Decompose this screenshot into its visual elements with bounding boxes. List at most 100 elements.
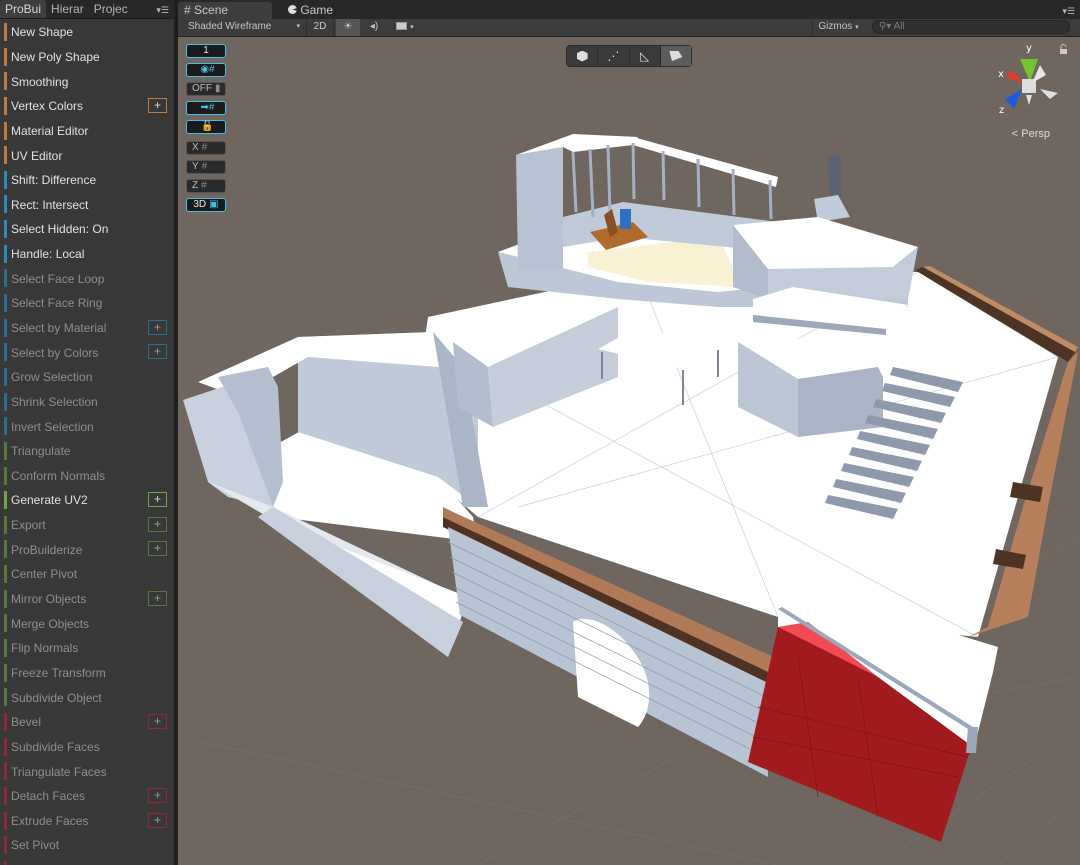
left-panel-tabs: ProBui Hierar Projec ▾☰ [0, 0, 174, 19]
grid-icon: # [201, 142, 208, 153]
overlay-toggle-1[interactable]: 1 [186, 44, 226, 58]
tool-material-editor[interactable]: Material Editor [0, 119, 174, 144]
gizmos-dropdown[interactable]: Gizmos ▾ [812, 19, 864, 36]
overlay-toggle-unlock[interactable]: 🔓 [186, 120, 226, 134]
tool-freeze-transform[interactable]: Freeze Transform [0, 661, 174, 686]
tool-select-face-loop[interactable]: Select Face Loop [0, 266, 174, 291]
tool-options-button[interactable]: + [148, 713, 167, 729]
tool-grow-selection[interactable]: Grow Selection [0, 365, 174, 390]
category-color-bar [4, 343, 7, 362]
overlay-toggle-x[interactable]: X # [186, 141, 226, 155]
tool-merge-objects[interactable]: Merge Objects [0, 611, 174, 636]
tool-options-button[interactable]: + [148, 344, 167, 360]
tool-options-button[interactable]: + [148, 319, 167, 335]
tool-select-by-material[interactable]: Select by Material + [0, 316, 174, 341]
tool-select-face-ring[interactable]: Select Face Ring [0, 291, 174, 316]
tool-delete-faces[interactable]: Delete Faces [0, 858, 174, 865]
overlay-toggle-3d[interactable]: 3D ▣ [186, 198, 226, 212]
tool-label: Handle: Local [11, 247, 85, 262]
tool-generate-uv2[interactable]: Generate UV2 + [0, 488, 174, 513]
tool-shrink-selection[interactable]: Shrink Selection [0, 390, 174, 415]
overlay-toggle-off[interactable]: OFF ▮ [186, 82, 226, 96]
category-color-bar [4, 72, 7, 91]
axis-neg-y-cone[interactable] [1026, 95, 1032, 105]
tool-options-button[interactable]: + [148, 590, 167, 606]
face-mode-button[interactable] [660, 46, 691, 66]
overlay-toggle-y[interactable]: Y # [186, 160, 226, 174]
tool-triangulate[interactable]: Triangulate [0, 439, 174, 464]
category-color-bar [4, 417, 7, 436]
2d-toggle-button[interactable]: 2D [306, 19, 334, 36]
overlay-toggle-label: X [192, 142, 199, 153]
tool-handle-local[interactable]: Handle: Local [0, 242, 174, 267]
tool-uv-editor[interactable]: UV Editor [0, 143, 174, 168]
tool-probuilderize[interactable]: ProBuilderize + [0, 537, 174, 562]
tool-options-button[interactable]: + [148, 97, 167, 113]
orientation-gizmo[interactable]: y x z < Persp [980, 37, 1080, 147]
tool-detach-faces[interactable]: Detach Faces + [0, 784, 174, 809]
tool-rect-intersect[interactable]: Rect: Intersect [0, 192, 174, 217]
tool-conform-normals[interactable]: Conform Normals [0, 464, 174, 489]
lighting-toggle-button[interactable]: ☀ [336, 19, 360, 36]
tab-probuilder[interactable]: ProBui [0, 0, 47, 18]
overlay-toggle-label: 1 [203, 45, 209, 56]
axis-neg-z-cone[interactable] [1040, 89, 1058, 99]
category-color-bar [4, 515, 7, 534]
upper-tower-top [516, 134, 638, 155]
category-color-bar [4, 318, 7, 337]
tool-options-button[interactable]: + [148, 541, 167, 557]
category-color-bar [4, 762, 7, 781]
overlay-toggle-eye-grid[interactable]: ◉# [186, 63, 226, 77]
edge-mode-button[interactable]: ◺ [630, 46, 661, 66]
draw-mode-value: Shaded Wireframe [188, 21, 272, 32]
audio-toggle-button[interactable]: ◂) [362, 19, 386, 36]
category-color-bar [4, 860, 7, 865]
tool-invert-selection[interactable]: Invert Selection [0, 414, 174, 439]
projection-toggle[interactable]: < Persp [1012, 128, 1050, 140]
tool-mirror-objects[interactable]: Mirror Objects + [0, 587, 174, 612]
axis-z-cone[interactable] [1005, 89, 1022, 109]
tool-options-button[interactable]: + [148, 812, 167, 828]
tab-game[interactable]: Game [282, 2, 333, 19]
tool-set-pivot[interactable]: Set Pivot [0, 833, 174, 858]
draw-mode-dropdown[interactable]: Shaded Wireframe ▾ [188, 19, 300, 36]
scene-search-input[interactable]: ⚲▾ All [872, 20, 1070, 34]
tool-select-hidden-on[interactable]: Select Hidden: On [0, 217, 174, 242]
tool-select-by-colors[interactable]: Select by Colors + [0, 340, 174, 365]
tool-export[interactable]: Export + [0, 513, 174, 538]
tool-new-shape[interactable]: New Shape [0, 20, 174, 45]
tool-vertex-colors[interactable]: Vertex Colors + [0, 94, 174, 119]
tool-label: Detach Faces [11, 789, 86, 804]
tool-flip-normals[interactable]: Flip Normals [0, 636, 174, 661]
tool-options-button[interactable]: + [148, 492, 167, 508]
effects-dropdown[interactable]: ▾ [390, 19, 420, 36]
tool-extrude-faces[interactable]: Extrude Faces + [0, 809, 174, 834]
vertex-mode-button[interactable]: ⋰ [598, 46, 630, 66]
tool-label: Select Face Loop [11, 271, 105, 286]
overlay-toggle-z[interactable]: Z # [186, 179, 226, 193]
tool-subdivide-faces[interactable]: Subdivide Faces [0, 735, 174, 760]
scene-viewport[interactable]: 1◉#OFF▮➡#🔓X#Y#Z#3D▣ ⋰ ◺ y x [178, 37, 1080, 865]
tool-label: Select by Colors [11, 345, 99, 360]
object-mode-button[interactable] [567, 46, 599, 66]
pacman-icon [288, 5, 297, 14]
tool-center-pivot[interactable]: Center Pivot [0, 562, 174, 587]
tool-new-poly-shape[interactable]: New Poly Shape [0, 45, 174, 70]
tool-smoothing[interactable]: Smoothing [0, 69, 174, 94]
category-color-bar [4, 786, 7, 805]
tool-triangulate-faces[interactable]: Triangulate Faces [0, 759, 174, 784]
search-placeholder: All [893, 21, 905, 32]
tab-scene[interactable]: # Scene [178, 2, 272, 19]
tool-shift-difference[interactable]: Shift: Difference [0, 168, 174, 193]
tool-options-button[interactable]: + [148, 787, 167, 803]
lock-icon[interactable] [1060, 44, 1067, 55]
tool-bevel[interactable]: Bevel + [0, 710, 174, 735]
panel-menu-icon[interactable]: ▾☰ [156, 5, 169, 16]
tool-subdivide-object[interactable]: Subdivide Object [0, 685, 174, 710]
axis-x-label: x [998, 69, 1004, 80]
scene-menu-icon[interactable]: ▾☰ [1062, 6, 1075, 17]
tool-options-button[interactable]: + [148, 516, 167, 532]
overlay-toggle-arrow-grid[interactable]: ➡# [186, 101, 226, 115]
tab-project[interactable]: Projec [89, 0, 133, 18]
tab-hierarchy[interactable]: Hierar [46, 0, 89, 18]
